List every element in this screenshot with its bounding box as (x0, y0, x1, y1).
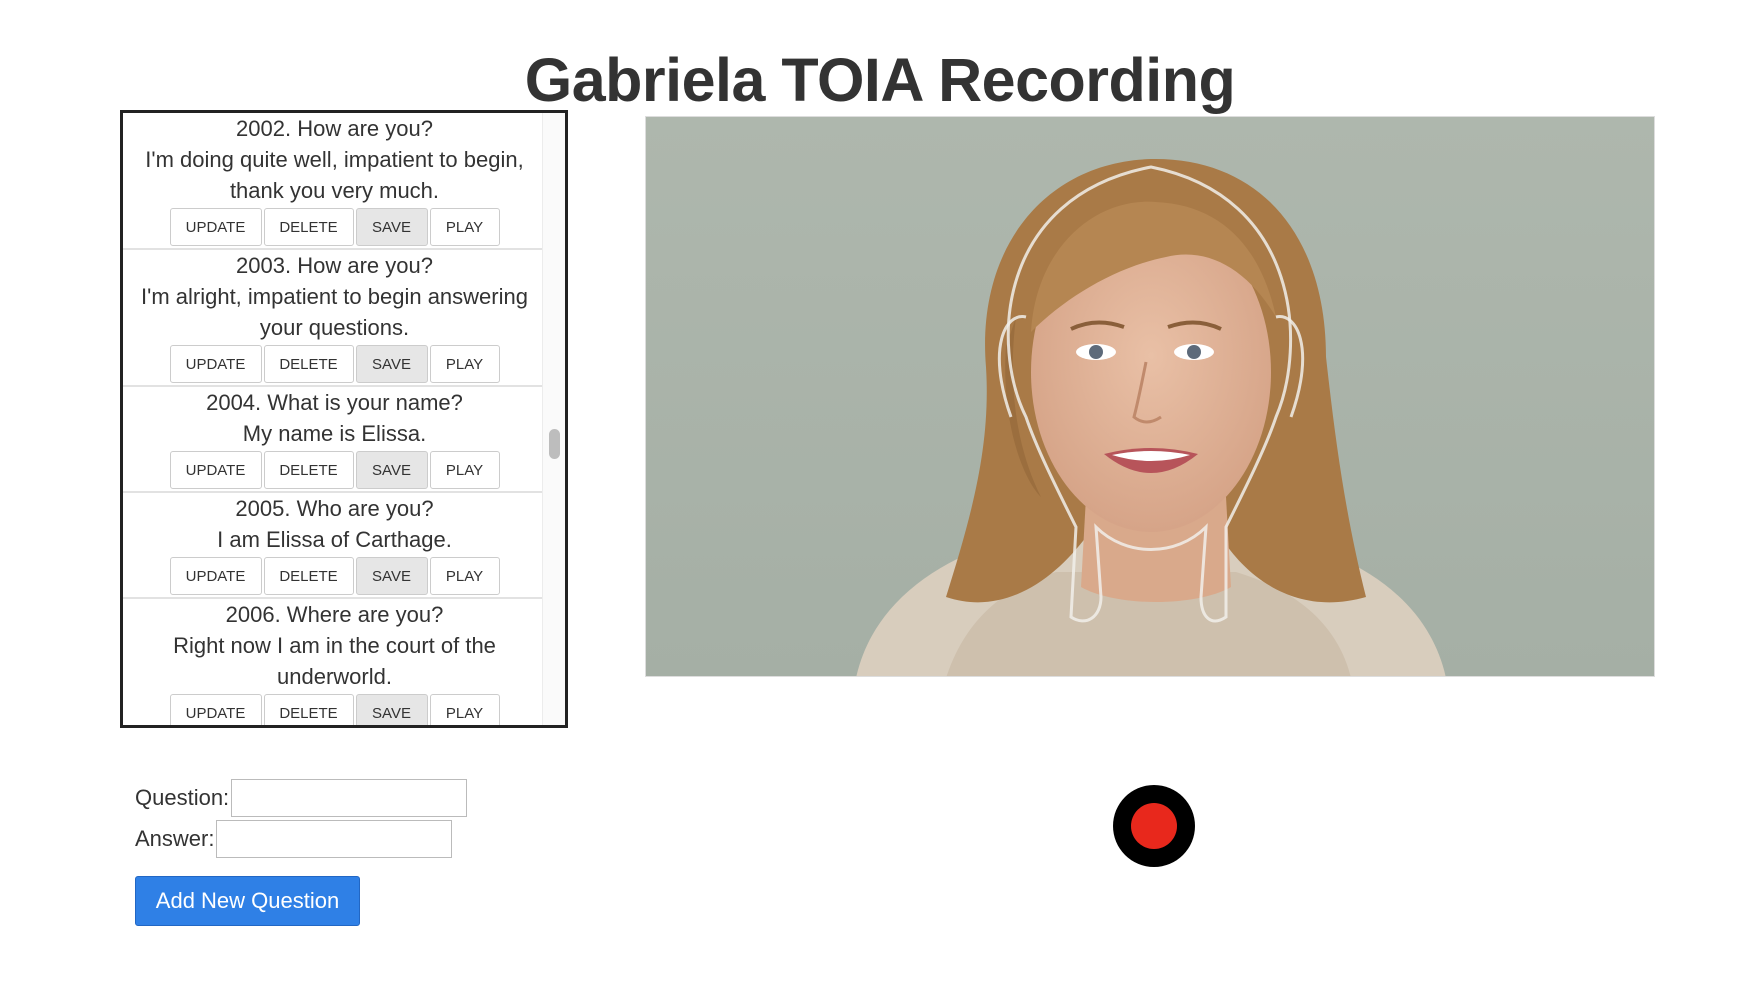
qa-item: 2006. Where are you? Right now I am in t… (123, 599, 546, 725)
qa-answer: Right now I am in the court of the under… (173, 633, 496, 689)
qa-list-scrollbar[interactable] (542, 113, 565, 725)
qa-actions: UPDATE DELETE SAVE PLAY (123, 557, 546, 595)
qa-item: 2005. Who are you? I am Elissa of Cartha… (123, 493, 546, 599)
qa-answer: I am Elissa of Carthage. (217, 527, 452, 552)
qa-question: 2004. What is your name? (206, 390, 463, 415)
webcam-preview (645, 116, 1655, 677)
qa-item: 2003. How are you? I'm alright, impatien… (123, 250, 546, 387)
update-button[interactable]: UPDATE (169, 345, 262, 383)
play-button[interactable]: PLAY (429, 208, 500, 246)
add-new-question-button[interactable]: Add New Question (135, 876, 360, 926)
qa-question: 2003. How are you? (236, 253, 433, 278)
qa-item: 2004. What is your name? My name is Elis… (123, 387, 546, 493)
page-title: Gabriela TOIA Recording (524, 46, 1236, 114)
qa-answer: I'm alright, impatient to begin answerin… (141, 284, 528, 340)
delete-button[interactable]: DELETE (263, 694, 354, 725)
play-button[interactable]: PLAY (429, 557, 500, 595)
record-icon (1131, 803, 1177, 849)
play-button[interactable]: PLAY (429, 345, 500, 383)
delete-button[interactable]: DELETE (263, 345, 354, 383)
qa-list-panel[interactable]: 2002. How are you? I'm doing quite well,… (120, 110, 568, 728)
save-button[interactable]: SAVE (355, 557, 428, 595)
webcam-image (856, 158, 1446, 676)
play-button[interactable]: PLAY (429, 451, 500, 489)
save-button[interactable]: SAVE (355, 694, 428, 725)
qa-answer: My name is Elissa. (242, 421, 427, 446)
answer-row: Answer: (135, 819, 467, 859)
qa-answer: I'm doing quite well, impatient to begin… (145, 147, 524, 203)
update-button[interactable]: UPDATE (169, 694, 262, 725)
save-button[interactable]: SAVE (355, 451, 428, 489)
play-button[interactable]: PLAY (429, 694, 500, 725)
add-question-form: Question: Answer: (135, 778, 468, 860)
update-button[interactable]: UPDATE (169, 208, 262, 246)
qa-actions: UPDATE DELETE SAVE PLAY (123, 694, 546, 725)
update-button[interactable]: UPDATE (169, 451, 262, 489)
qa-list: 2002. How are you? I'm doing quite well,… (123, 113, 546, 725)
delete-button[interactable]: DELETE (263, 451, 354, 489)
qa-item: 2002. How are you? I'm doing quite well,… (123, 113, 546, 250)
update-button[interactable]: UPDATE (169, 557, 262, 595)
qa-actions: UPDATE DELETE SAVE PLAY (123, 208, 546, 246)
qa-actions: UPDATE DELETE SAVE PLAY (123, 345, 546, 383)
delete-button[interactable]: DELETE (263, 208, 354, 246)
save-button[interactable]: SAVE (355, 345, 428, 383)
answer-input[interactable] (216, 820, 453, 858)
qa-question: 2005. Who are you? (235, 496, 434, 521)
qa-actions: UPDATE DELETE SAVE PLAY (123, 451, 546, 489)
question-input[interactable] (231, 779, 468, 817)
qa-question: 2006. Where are you? (225, 602, 444, 627)
answer-label: Answer: (135, 826, 215, 851)
qa-question: 2002. How are you? (236, 116, 433, 141)
delete-button[interactable]: DELETE (263, 557, 354, 595)
scrollbar-thumb[interactable] (549, 429, 560, 459)
question-label: Question: (135, 785, 230, 810)
question-row: Question: (135, 778, 468, 818)
save-button[interactable]: SAVE (355, 208, 428, 246)
record-button[interactable] (1113, 785, 1195, 867)
